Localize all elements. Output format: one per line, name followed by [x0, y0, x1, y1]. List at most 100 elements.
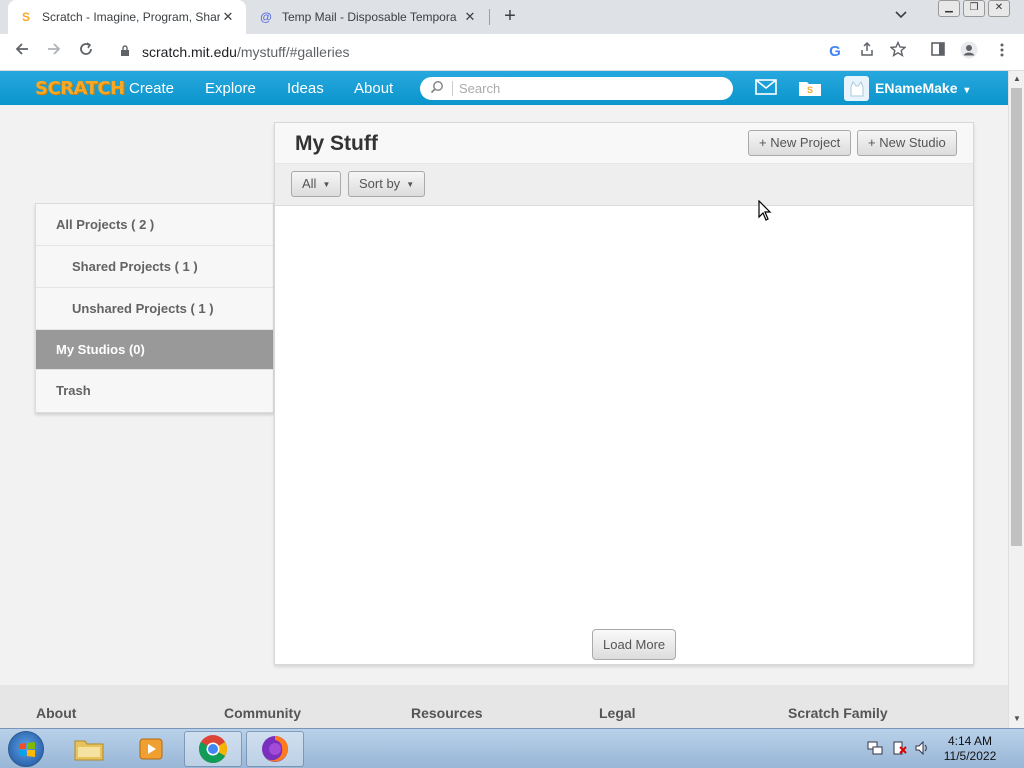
lock-icon [120, 44, 134, 60]
back-button[interactable] [11, 41, 33, 63]
footer-heading-resources: Resources [411, 705, 483, 721]
page-scrollbar[interactable]: ▲ ▼ [1008, 71, 1024, 728]
filter-label: All [302, 176, 317, 191]
profile-icon [960, 41, 978, 59]
page-content: All Projects ( 2 ) Shared Projects ( 1 )… [0, 105, 1008, 685]
caret-down-icon: ▼ [406, 179, 415, 189]
scroll-down-icon[interactable]: ▼ [1013, 714, 1021, 723]
clock-time: 4:14 AM [947, 734, 993, 748]
system-clock[interactable]: 4:14 AM 11/5/2022 [940, 734, 1000, 764]
messages-button[interactable] [755, 79, 777, 100]
nav-create[interactable]: Create [129, 80, 174, 97]
network-icon[interactable] [867, 741, 883, 758]
site-footer: About Community Resources Legal Scratch … [0, 685, 1008, 728]
volume-icon[interactable] [915, 740, 931, 758]
taskbar-media-player[interactable] [122, 731, 180, 767]
minimize-button[interactable]: ▁ [938, 0, 960, 17]
folder-icon [74, 740, 104, 761]
media-player-icon [139, 738, 163, 760]
side-panel-button[interactable] [927, 41, 949, 63]
firefox-icon [262, 736, 288, 762]
footer-heading-community: Community [224, 705, 301, 721]
mystuff-panel: My Stuff + New Project + New Studio All ▼… [274, 122, 974, 665]
tab-divider [489, 9, 490, 25]
nav-explore[interactable]: Explore [205, 80, 256, 97]
url-path: /mystuff/#galleries [236, 44, 350, 60]
chevron-down-icon [895, 11, 907, 19]
sidebar-item-my-studios[interactable]: My Studios (0) [36, 330, 273, 370]
mystuff-sidebar: All Projects ( 2 ) Shared Projects ( 1 )… [35, 203, 274, 413]
envelope-icon [755, 79, 777, 95]
reload-button[interactable] [75, 41, 97, 63]
sort-dropdown[interactable]: Sort by ▼ [348, 171, 426, 197]
scratch-logo[interactable]: SCRATCH [35, 78, 125, 99]
forward-button[interactable] [43, 41, 65, 63]
windows-logo-icon [19, 742, 35, 757]
footer-heading-legal: Legal [599, 705, 636, 721]
sort-label: Sort by [359, 176, 401, 191]
action-center-icon[interactable] [892, 741, 908, 758]
sidebar-item-trash[interactable]: Trash [36, 370, 273, 412]
account-menu[interactable]: ENameMake ▾ [875, 80, 969, 96]
footer-heading-about: About [36, 705, 77, 721]
page-title: My Stuff [295, 132, 378, 155]
chrome-icon [199, 735, 227, 763]
star-icon [889, 40, 907, 57]
google-lens-icon[interactable]: G [824, 41, 846, 63]
scratch-cat-icon: S [21, 10, 30, 24]
caret-down-icon: ▼ [322, 179, 331, 189]
load-more-button[interactable]: Load More [592, 629, 677, 660]
username-label: ENameMake [875, 80, 958, 96]
nav-ideas[interactable]: Ideas [287, 80, 324, 97]
scroll-thumb[interactable] [1011, 88, 1022, 546]
scroll-up-icon[interactable]: ▲ [1013, 74, 1021, 83]
my-stuff-button[interactable]: S [798, 79, 822, 102]
windows-taskbar: 4:14 AM 11/5/2022 [0, 728, 1024, 768]
tab-title: Scratch - Imagine, Program, Shar [42, 10, 220, 24]
browser-menu-button[interactable] [991, 41, 1013, 63]
close-window-button[interactable]: ✕ [988, 0, 1010, 17]
taskbar-firefox[interactable] [246, 731, 304, 767]
window-controls: ▁ ❐ ✕ [938, 0, 1010, 17]
browser-toolbar: scratch.mit.edu/mystuff/#galleries G [0, 34, 1024, 71]
search-icon [430, 80, 446, 97]
tab-scratch[interactable]: S Scratch - Imagine, Program, Shar ✕ [8, 0, 246, 34]
new-studio-button[interactable]: + New Studio [857, 130, 957, 156]
close-tab-icon[interactable]: ✕ [462, 9, 478, 25]
new-project-button[interactable]: + New Project [748, 130, 852, 156]
svg-text:S: S [807, 85, 813, 95]
taskbar-chrome[interactable] [184, 731, 242, 767]
tab-temp-mail[interactable]: @ Temp Mail - Disposable Tempora ✕ [248, 0, 488, 34]
restore-button[interactable]: ❐ [963, 0, 985, 17]
new-tab-button[interactable]: + [498, 5, 522, 29]
sidebar-item-all-projects[interactable]: All Projects ( 2 ) [36, 204, 273, 246]
side-panel-icon [931, 42, 945, 56]
arrow-right-icon [48, 43, 61, 55]
bookmark-button[interactable] [887, 40, 909, 63]
taskbar-explorer[interactable] [60, 731, 118, 767]
panel-header: My Stuff + New Project + New Studio [275, 123, 973, 164]
filter-bar: All ▼ Sort by ▼ [275, 164, 973, 206]
tab-search-button[interactable] [895, 8, 907, 22]
share-button[interactable] [856, 41, 878, 63]
search-input[interactable]: Search [420, 77, 733, 100]
address-bar[interactable]: scratch.mit.edu/mystuff/#galleries [108, 38, 914, 66]
share-icon [861, 41, 873, 56]
mouse-cursor-icon [758, 199, 772, 227]
nav-about[interactable]: About [354, 80, 393, 97]
sidebar-item-shared-projects[interactable]: Shared Projects ( 1 ) [36, 246, 273, 288]
sidebar-item-unshared-projects[interactable]: Unshared Projects ( 1 ) [36, 288, 273, 330]
start-button[interactable] [8, 731, 44, 767]
close-tab-icon[interactable]: ✕ [220, 9, 236, 25]
folder-icon: S [799, 82, 821, 96]
user-avatar-icon [850, 80, 863, 96]
scratch-navbar: SCRATCH Create Explore Ideas About Searc… [0, 71, 1008, 105]
tab-title: Temp Mail - Disposable Tempora [282, 10, 457, 24]
clock-date: 11/5/2022 [943, 749, 997, 763]
more-vertical-icon [1000, 43, 1004, 57]
search-placeholder: Search [459, 81, 501, 96]
at-sign-icon: @ [260, 10, 272, 24]
filter-dropdown[interactable]: All ▼ [291, 171, 342, 197]
avatar[interactable] [844, 76, 869, 101]
profile-button[interactable] [958, 41, 980, 63]
